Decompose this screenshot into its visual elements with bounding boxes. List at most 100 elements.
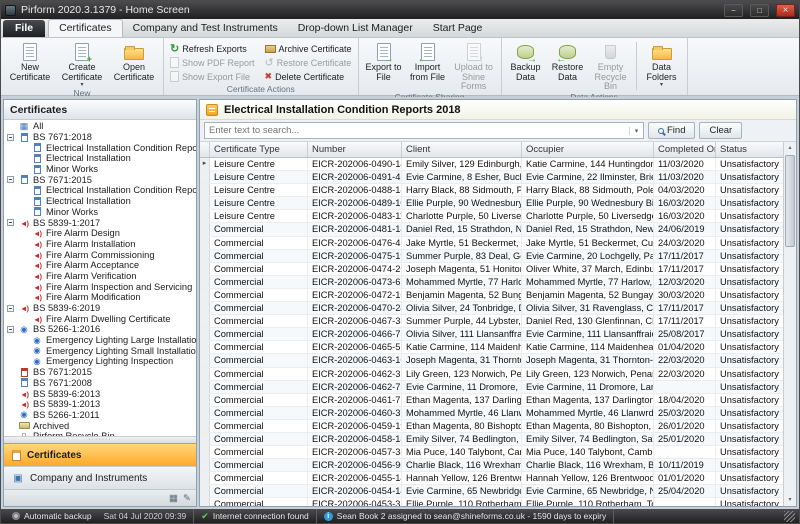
sidebar-button-company-and-instruments[interactable]: Company and Instruments <box>4 466 196 489</box>
import-from-file-button[interactable]: ← Import from File <box>406 40 450 82</box>
minimize-button[interactable] <box>724 4 743 17</box>
column-header-number[interactable]: Number <box>308 142 402 157</box>
delete-certificate-button[interactable]: Delete Certificate <box>262 70 355 83</box>
tree-item[interactable]: Minor Works <box>4 207 196 218</box>
tab-drop-down-list-manager[interactable]: Drop-down List Manager <box>288 20 423 37</box>
refresh-exports-button[interactable]: Refresh Exports <box>167 42 258 55</box>
table-row[interactable]: CommercialEICR-202006-0466-7Olivia Silve… <box>200 328 783 341</box>
tree-item[interactable]: BS 7671:2008 <box>4 378 196 389</box>
table-row[interactable]: CommercialEICR-202006-0467-38Summer Purp… <box>200 315 783 328</box>
scrollbar-thumb[interactable] <box>785 155 795 247</box>
close-button[interactable] <box>776 4 795 17</box>
table-row[interactable]: CommercialEICR-202006-0461-7Ethan Magent… <box>200 394 783 407</box>
find-button[interactable]: Find <box>648 122 695 139</box>
table-row[interactable]: CommercialEICR-202006-0476-4Jake Myrtle,… <box>200 237 783 250</box>
table-row[interactable]: CommercialEICR-202006-0470-24Olivia Silv… <box>200 302 783 315</box>
vertical-scrollbar[interactable] <box>783 142 796 506</box>
table-row[interactable]: CommercialEICR-202006-0454-14Evie Carmin… <box>200 485 783 498</box>
archive-certificate-button[interactable]: Archive Certificate <box>262 42 355 55</box>
tree-item[interactable]: Emergency Lighting Inspection <box>4 356 196 367</box>
table-row[interactable]: CommercialEICR-202006-0473-6Mohammed Myr… <box>200 276 783 289</box>
table-row[interactable]: CommercialEICR-202006-0475-19Summer Purp… <box>200 250 783 263</box>
tree-collapse-icon[interactable] <box>7 219 14 226</box>
table-row[interactable]: Leisure CentreEICR-202006-0483-11Charlot… <box>200 210 783 223</box>
tree-item[interactable]: Fire Alarm Design <box>4 228 196 239</box>
resize-grip[interactable] <box>784 511 795 522</box>
scroll-up-button[interactable] <box>784 142 796 154</box>
tree-item[interactable]: Emergency Lighting Small Installation <box>4 345 196 356</box>
tree-item[interactable]: BS 7671:2015 <box>4 367 196 378</box>
tab-start-page[interactable]: Start Page <box>423 20 493 37</box>
restore-certificate-button[interactable]: Restore Certificate <box>262 56 355 69</box>
table-row[interactable]: CommercialEICR-202006-0460-37Mohammed My… <box>200 407 783 420</box>
tree-item[interactable]: BS 7671:2015 <box>4 174 196 185</box>
table-row[interactable]: CommercialEICR-202006-0459-19Ethan Magen… <box>200 420 783 433</box>
open-certificate-button[interactable]: Open Certificate <box>108 40 160 82</box>
tree-item[interactable]: All <box>4 121 196 132</box>
column-header-occupier[interactable]: Occupier <box>522 142 654 157</box>
table-row[interactable]: CommercialEICR-202006-0453-3Ellie Purple… <box>200 498 783 506</box>
table-row[interactable]: CommercialEICR-202006-0474-26Joseph Mage… <box>200 263 783 276</box>
table-row[interactable]: Leisure CentreEICR-202006-0489-10Ellie P… <box>200 197 783 210</box>
tree-collapse-icon[interactable] <box>7 305 14 312</box>
column-header-status[interactable]: Status <box>716 142 783 157</box>
panel-options-icon[interactable] <box>169 493 178 504</box>
tree-item[interactable]: Fire Alarm Acceptance <box>4 260 196 271</box>
tree-item[interactable]: BS 5839-6:2013 <box>4 388 196 399</box>
clear-button[interactable]: Clear <box>699 122 742 139</box>
table-row[interactable]: CommercialEICR-202006-0481-14Daniel Red,… <box>200 223 783 236</box>
tree-item[interactable]: Minor Works <box>4 164 196 175</box>
customize-icon[interactable] <box>183 493 191 504</box>
tree-item[interactable]: BS 5266-1:2011 <box>4 410 196 421</box>
column-header-certificate-type[interactable]: Certificate Type <box>210 142 308 157</box>
table-row[interactable]: CommercialEICR-202006-0472-16Benjamin Ma… <box>200 289 783 302</box>
new-certificate-button[interactable]: New Certificate <box>4 40 56 82</box>
tab-company-and-test-instruments[interactable]: Company and Test Instruments <box>123 20 288 37</box>
sidebar-button-certificates[interactable]: Certificates <box>4 443 196 466</box>
tree-item[interactable]: BS 5839-1:2017 <box>4 217 196 228</box>
scroll-down-button[interactable] <box>784 494 796 506</box>
column-header-client[interactable]: Client <box>402 142 522 157</box>
tree-item[interactable]: Fire Alarm Modification <box>4 292 196 303</box>
table-row[interactable]: CommercialEICR-202006-0462-3Lily Green, … <box>200 368 783 381</box>
tree-item[interactable]: BS 7671:2018 <box>4 132 196 143</box>
show-pdf-report-button[interactable]: Show PDF Report <box>167 56 258 69</box>
maximize-button[interactable] <box>750 4 769 17</box>
tree-item[interactable]: Electrical Installation Condition Report <box>4 142 196 153</box>
show-export-file-button[interactable]: Show Export File <box>167 70 258 83</box>
tree-item[interactable]: Emergency Lighting Large Installation <box>4 335 196 346</box>
tree-collapse-icon[interactable] <box>7 134 14 141</box>
data-folders-button[interactable]: Data Folders <box>640 40 684 88</box>
tree-item[interactable]: BS 5839-1:2013 <box>4 399 196 410</box>
search-input[interactable] <box>205 125 629 136</box>
tree-item[interactable]: BS 5266-1:2016 <box>4 324 196 335</box>
tree-item[interactable]: Fire Alarm Commissioning <box>4 249 196 260</box>
table-row[interactable]: CommercialEICR-202006-0462-7Evie Carmine… <box>200 381 783 394</box>
table-row[interactable]: CommercialEICR-202006-0458-18Emily Silve… <box>200 433 783 446</box>
table-row[interactable]: Leisure CentreEICR-202006-0490-14Emily S… <box>200 158 783 171</box>
tree-item[interactable]: Archived <box>4 420 196 431</box>
column-header-completed-on[interactable]: Completed On <box>654 142 716 157</box>
tree-item[interactable]: Fire Alarm Verification <box>4 271 196 282</box>
tab-certificates[interactable]: Certificates <box>48 19 123 37</box>
search-dropdown-icon[interactable] <box>629 127 643 135</box>
table-row[interactable]: CommercialEICR-202006-0463-16Joseph Mage… <box>200 354 783 367</box>
table-row[interactable]: Leisure CentreEICR-202006-0491-4Evie Car… <box>200 171 783 184</box>
table-row[interactable]: Leisure CentreEICR-202006-0488-18Harry B… <box>200 184 783 197</box>
tree-item[interactable]: Fire Alarm Installation <box>4 239 196 250</box>
empty-recycle-bin-button[interactable]: Empty Recycle Bin <box>589 40 633 92</box>
tree-collapse-icon[interactable] <box>7 326 14 333</box>
sidebar-splitter[interactable] <box>4 436 196 443</box>
table-row[interactable]: CommercialEICR-202006-0456-90Charlie Bla… <box>200 459 783 472</box>
tree-item[interactable]: Electrical Installation <box>4 153 196 164</box>
tree-item[interactable]: Electrical Installation <box>4 196 196 207</box>
table-row[interactable]: CommercialEICR-202006-0465-5Katie Carmin… <box>200 341 783 354</box>
export-to-file-button[interactable]: → Export to File <box>362 40 406 82</box>
table-row[interactable]: CommercialEICR-202006-0457-38Mia Puce, 1… <box>200 446 783 459</box>
tree-item[interactable]: Fire Alarm Dwelling Certificate <box>4 313 196 324</box>
tree-item[interactable]: Fire Alarm Inspection and Servicing <box>4 281 196 292</box>
table-row[interactable]: CommercialEICR-202006-0455-14Hannah Yell… <box>200 472 783 485</box>
tree-item[interactable]: Electrical Installation Condition Report <box>4 185 196 196</box>
tab-file[interactable]: File <box>3 20 45 37</box>
tree-item[interactable]: BS 5839-6:2019 <box>4 303 196 314</box>
